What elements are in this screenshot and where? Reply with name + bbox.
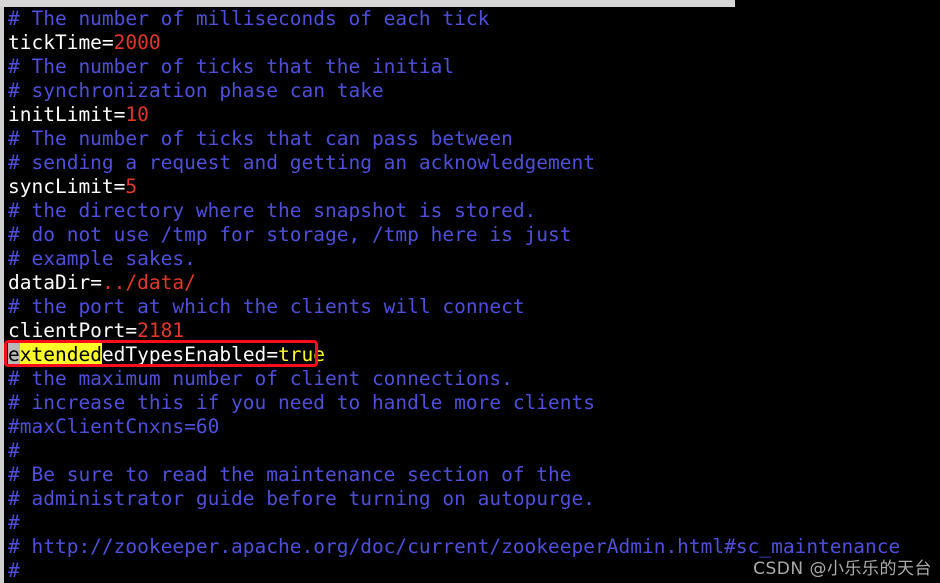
- setting-value: ../data/: [101, 271, 196, 294]
- setting-value: 10: [125, 103, 149, 126]
- setting-value: 2181: [137, 319, 185, 342]
- code-line[interactable]: #maxClientCnxns=60: [8, 415, 940, 439]
- comment-text: # The number of ticks that the initial: [8, 55, 455, 78]
- code-line[interactable]: syncLimit=5: [8, 175, 940, 199]
- code-line[interactable]: # synchronization phase can take: [8, 79, 940, 103]
- code-line[interactable]: # The number of ticks that can pass betw…: [8, 127, 940, 151]
- comment-text: # the directory where the snapshot is st…: [8, 199, 537, 222]
- equals-sign: =: [90, 271, 102, 294]
- setting-key-remainder: edTypesEnabled: [101, 343, 267, 366]
- comment-text: # the port at which the clients will con…: [8, 295, 525, 318]
- code-line[interactable]: # The number of ticks that the initial: [8, 55, 940, 79]
- code-line[interactable]: clientPort=2181: [8, 319, 940, 343]
- horizontal-scroll-thumb[interactable]: [0, 0, 735, 7]
- comment-text: # administrator guide before turning on …: [8, 487, 595, 510]
- code-text-area[interactable]: # The number of milliseconds of each tic…: [8, 7, 940, 583]
- code-line[interactable]: # administrator guide before turning on …: [8, 487, 940, 511]
- comment-text: # do not use /tmp for storage, /tmp here…: [8, 223, 572, 246]
- code-line[interactable]: # increase this if you need to handle mo…: [8, 391, 940, 415]
- code-line[interactable]: # the port at which the clients will con…: [8, 295, 940, 319]
- text-cursor: e: [8, 343, 20, 366]
- vertical-scrollbar-track[interactable]: [0, 0, 4, 583]
- code-line[interactable]: # sending a request and getting an ackno…: [8, 151, 940, 175]
- code-line[interactable]: # the directory where the snapshot is st…: [8, 199, 940, 223]
- comment-text: # the maximum number of client connectio…: [8, 367, 513, 390]
- comment-text: # synchronization phase can take: [8, 79, 384, 102]
- equals-sign: =: [113, 103, 126, 126]
- setting-value: true: [278, 343, 326, 366]
- code-line[interactable]: dataDir=../data/: [8, 271, 940, 295]
- comment-text: # The number of milliseconds of each tic…: [8, 7, 490, 30]
- highlighted-code-line[interactable]: extendededTypesEnabled=true: [8, 343, 940, 367]
- comment-text: # Be sure to read the maintenance sectio…: [8, 463, 572, 486]
- setting-value: 5: [125, 175, 138, 198]
- code-line[interactable]: tickTime=2000: [8, 31, 940, 55]
- horizontal-scrollbar-track[interactable]: [0, 0, 940, 7]
- setting-key: initLimit: [8, 103, 114, 126]
- equals-sign: =: [125, 319, 138, 342]
- code-line[interactable]: initLimit=10: [8, 103, 940, 127]
- terminal-window: # The number of milliseconds of each tic…: [0, 0, 940, 583]
- code-line[interactable]: # The number of milliseconds of each tic…: [8, 7, 940, 31]
- comment-text: #: [8, 439, 20, 462]
- equals-sign: =: [113, 175, 126, 198]
- setting-key: syncLimit: [8, 175, 114, 198]
- code-line[interactable]: # Be sure to read the maintenance sectio…: [8, 463, 940, 487]
- setting-value: 2000: [113, 31, 161, 54]
- setting-key: tickTime: [8, 31, 102, 54]
- comment-text: # example sakes.: [8, 247, 196, 270]
- comment-text: # increase this if you need to handle mo…: [8, 391, 595, 414]
- comment-text: #: [8, 559, 20, 582]
- csdn-watermark: CSDN @小乐乐的天台: [753, 559, 932, 579]
- comment-text: # sending a request and getting an ackno…: [8, 151, 595, 174]
- code-line[interactable]: # the maximum number of client connectio…: [8, 367, 940, 391]
- code-line[interactable]: #: [8, 439, 940, 463]
- comment-text: #: [8, 511, 20, 534]
- vertical-scroll-thumb[interactable]: [0, 0, 4, 583]
- setting-key: clientPort: [8, 319, 126, 342]
- setting-key: dataDir: [8, 271, 91, 294]
- search-match: xtended: [19, 343, 102, 366]
- comment-text: #maxClientCnxns=60: [8, 415, 220, 438]
- equals-sign: =: [266, 343, 279, 366]
- equals-sign: =: [101, 31, 114, 54]
- code-line[interactable]: # example sakes.: [8, 247, 940, 271]
- comment-text: # The number of ticks that can pass betw…: [8, 127, 513, 150]
- code-line[interactable]: #: [8, 511, 940, 535]
- code-line[interactable]: # do not use /tmp for storage, /tmp here…: [8, 223, 940, 247]
